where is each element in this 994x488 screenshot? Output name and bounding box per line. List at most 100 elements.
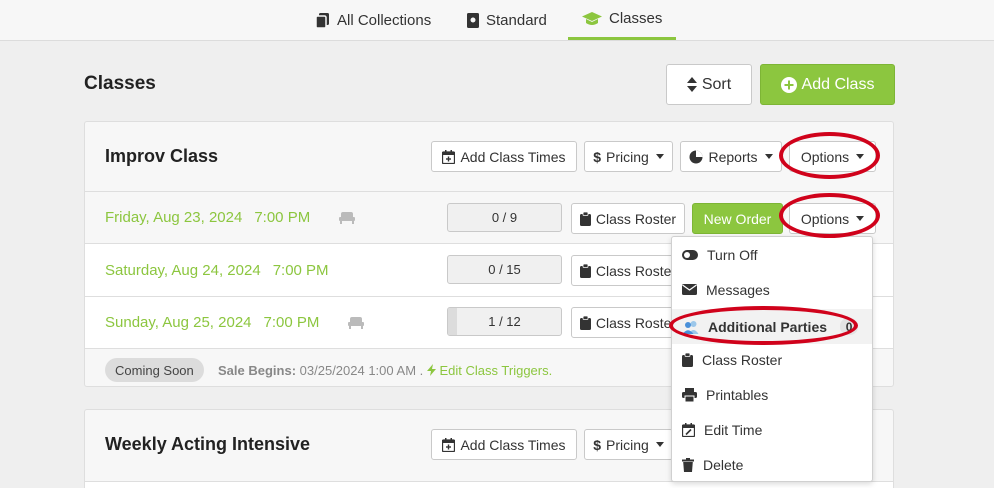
caret-down-icon [655, 154, 664, 159]
capacity-text: 0 / 9 [491, 210, 518, 225]
menu-item-messages[interactable]: Messages [672, 272, 872, 307]
capacity-text: 1 / 12 [488, 314, 521, 329]
plus-circle-icon [780, 76, 797, 93]
date-text: Sunday, Aug 25, 2024 [105, 314, 252, 331]
calendar-edit-icon [682, 422, 695, 437]
menu-item-label: Delete [703, 456, 744, 473]
time-options-menu: Turn Off Messages Additional Parties 0 C… [671, 236, 873, 482]
capacity-counter: 0 / 15 [447, 255, 562, 284]
class-date[interactable]: Sunday, Aug 25, 2024 7:00 PM [105, 314, 319, 331]
status-badge: Coming Soon [105, 358, 204, 382]
dollar-icon: $ [593, 148, 601, 165]
time-options-dropdown[interactable]: Options [789, 203, 876, 234]
caret-down-icon [764, 154, 773, 159]
edit-triggers-link[interactable]: Edit Class Triggers. [426, 363, 553, 378]
add-class-button[interactable]: Add Class [760, 64, 895, 105]
capacity-text: 0 / 15 [488, 262, 521, 277]
tab-label: Standard [486, 11, 547, 29]
add-class-label: Add Class [801, 75, 875, 93]
time-text: 7:00 PM [272, 262, 329, 279]
sale-begins-value: 03/25/2024 1:00 AM . [299, 363, 424, 378]
document-icon [467, 12, 479, 28]
date-text: Saturday, Aug 24, 2024 [105, 262, 261, 279]
pricing-dropdown[interactable]: $ Pricing [584, 429, 673, 460]
new-order-label: New Order [703, 210, 772, 227]
menu-item-class-roster[interactable]: Class Roster [672, 342, 872, 377]
clipboard-icon [579, 211, 591, 226]
menu-item-label: Class Roster [702, 351, 783, 368]
clipboard-icon [579, 315, 591, 330]
class-roster-label: Class Roster [595, 314, 677, 331]
copy-icon [316, 12, 329, 28]
menu-item-delete[interactable]: Delete [672, 447, 872, 482]
trash-icon [682, 457, 694, 472]
reports-dropdown[interactable]: Reports [680, 141, 782, 172]
class-title: Weekly Acting Intensive [105, 434, 311, 454]
menu-item-additional-parties[interactable]: Additional Parties 0 [672, 309, 872, 344]
pie-chart-icon [689, 150, 703, 163]
printer-icon [682, 387, 697, 402]
sale-begins-text: Sale Begins: 03/25/2024 1:00 AM . Edit C… [218, 363, 552, 378]
page-title: Classes [84, 73, 156, 94]
time-text: 7:00 PM [263, 314, 320, 331]
capacity-counter: 1 / 12 [447, 307, 562, 336]
tab-all-collections[interactable]: All Collections [316, 0, 431, 40]
caret-down-icon [856, 154, 865, 159]
pricing-label: Pricing [606, 436, 649, 453]
toggle-icon [682, 249, 698, 260]
class-roster-button[interactable]: Class Roster [571, 203, 685, 234]
class-options-dropdown[interactable]: Options [789, 141, 876, 172]
add-class-times-button[interactable]: Add Class Times [431, 429, 577, 460]
menu-item-label: Messages [706, 281, 770, 298]
class-date[interactable]: Friday, Aug 23, 2024 7:00 PM [105, 209, 310, 226]
menu-item-label: Additional Parties [708, 318, 828, 335]
graduation-cap-icon [582, 11, 602, 25]
menu-item-label: Turn Off [707, 246, 758, 263]
capacity-fill-bar [448, 308, 458, 335]
class-roster-label: Class Roster [595, 210, 677, 227]
options-label: Options [800, 210, 850, 227]
envelope-icon [682, 284, 697, 295]
class-roster-button[interactable]: Class Roster [571, 307, 685, 338]
capacity-counter: 0 / 9 [447, 203, 562, 232]
class-date[interactable]: Saturday, Aug 24, 2024 7:00 PM [105, 262, 329, 279]
class-time-row [85, 481, 893, 488]
seat-icon [339, 212, 355, 224]
add-class-times-label: Add Class Times [460, 436, 566, 453]
options-label: Options [800, 148, 850, 165]
sale-begins-label: Sale Begins: [218, 363, 297, 378]
calendar-plus-icon [442, 437, 456, 452]
count-badge: 0 [840, 318, 859, 335]
sort-button[interactable]: Sort [666, 64, 752, 105]
tab-label: Classes [609, 10, 663, 27]
bolt-icon [426, 364, 436, 376]
tab-standard[interactable]: Standard [467, 0, 547, 40]
seat-icon [348, 317, 364, 329]
pricing-label: Pricing [606, 148, 649, 165]
class-roster-label: Class Roster [595, 262, 677, 279]
class-roster-button[interactable]: Class Roster [571, 255, 685, 286]
clipboard-icon [682, 352, 693, 367]
class-title: Improv Class [105, 146, 219, 166]
caret-down-icon [856, 216, 865, 221]
menu-item-turn-off[interactable]: Turn Off [672, 237, 872, 272]
new-order-button[interactable]: New Order [692, 203, 783, 234]
tab-label: All Collections [337, 11, 432, 29]
reports-label: Reports [708, 148, 758, 165]
tab-classes[interactable]: Classes [568, 0, 676, 40]
calendar-plus-icon [442, 149, 456, 164]
caret-down-icon [655, 442, 664, 447]
menu-item-printables[interactable]: Printables [672, 377, 872, 412]
menu-item-label: Printables [706, 386, 769, 403]
add-class-times-button[interactable]: Add Class Times [431, 141, 577, 172]
time-text: 7:00 PM [254, 209, 311, 226]
sort-icon [686, 77, 697, 92]
dollar-icon: $ [593, 436, 601, 453]
menu-item-edit-time[interactable]: Edit Time [672, 412, 872, 447]
clipboard-icon [579, 263, 591, 278]
users-icon [682, 320, 699, 334]
menu-item-label: Edit Time [704, 421, 763, 438]
collections-tab-bar: All Collections Standard Classes [0, 0, 994, 41]
pricing-dropdown[interactable]: $ Pricing [584, 141, 673, 172]
edit-triggers-label: Edit Class Triggers. [439, 363, 553, 378]
